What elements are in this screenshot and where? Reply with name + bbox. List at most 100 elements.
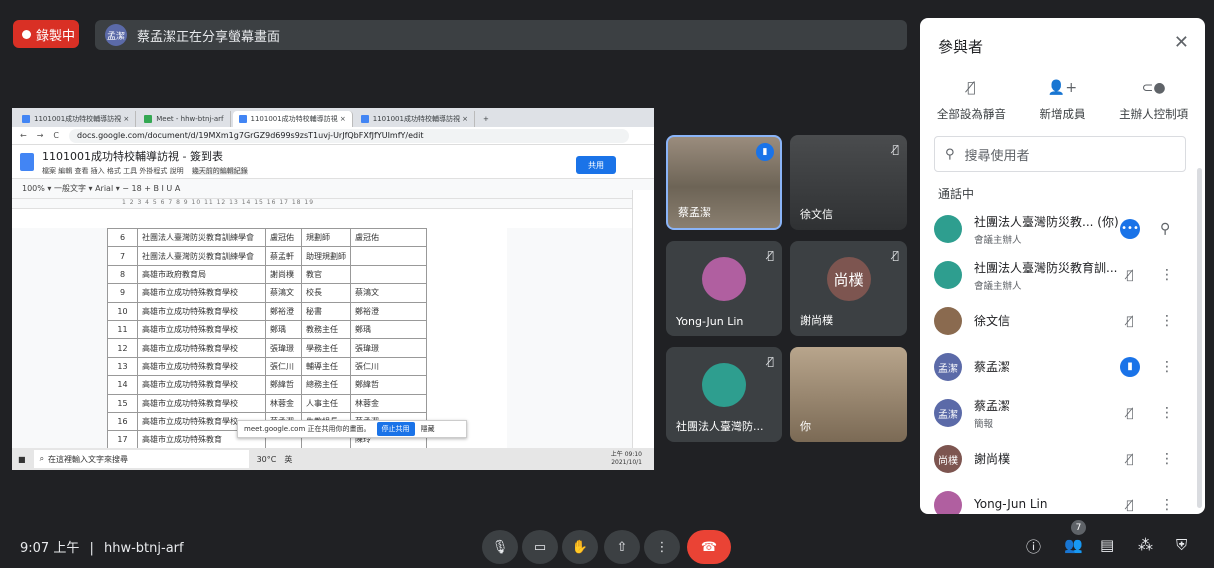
cell-name[interactable]: 蔡孟軒 — [265, 246, 302, 266]
participant-row[interactable]: 社團法人臺灣防災教... (你) 會議主辦人 ••• ⚲ — [920, 206, 1205, 252]
cell-name[interactable]: 鄭裕澄 — [265, 301, 302, 321]
cell-sign[interactable]: 鄭裕澄 — [350, 301, 427, 321]
activities-icon[interactable]: ⁂ — [1138, 536, 1153, 554]
docs-toolbar[interactable]: 100% ▾ 一般文字 ▾ Arial ▾ − 18 + B I U A — [12, 179, 654, 199]
add-people-button[interactable]: 👤+ 新增成員 — [1039, 80, 1085, 122]
cell-num[interactable]: 7 — [107, 246, 138, 266]
more-options-button[interactable]: ⋮ — [644, 530, 680, 564]
document-title[interactable]: 1101001成功特校輔導訪視 - 簽到表 — [42, 148, 248, 164]
cell-sign[interactable] — [350, 264, 427, 285]
host-controls-button[interactable]: ⊂● 主辦人控制項 — [1119, 80, 1188, 122]
cell-num[interactable]: 9 — [107, 283, 138, 303]
video-tile[interactable]: 🎙̸ 尚樸 謝尚樸 — [790, 241, 907, 336]
recording-badge[interactable]: 錄製中 — [13, 20, 79, 48]
cell-num[interactable]: 16 — [107, 411, 138, 432]
cell-num[interactable]: 14 — [107, 375, 138, 395]
taskbar-language[interactable]: 英 — [284, 454, 292, 465]
video-tile[interactable]: 🎙̸ Yong-Jun Lin — [666, 241, 782, 336]
video-tile[interactable]: 🎙̸ 徐文信 — [790, 135, 907, 230]
more-vert-icon[interactable]: ⋮ — [1160, 359, 1174, 375]
cell-sign[interactable]: 鄭瑀 — [350, 319, 427, 340]
cell-org[interactable]: 高雄市立成功特殊教育學校 — [137, 301, 266, 321]
cell-num[interactable]: 11 — [107, 319, 138, 340]
participant-row[interactable]: 徐文信 🎙̸ ⋮ — [920, 298, 1205, 344]
mute-all-button[interactable]: 🎙̸ 全部設為靜音 — [937, 80, 1006, 122]
cell-org[interactable]: 高雄市政府教育局 — [137, 264, 266, 285]
more-vert-icon[interactable]: ⋮ — [1160, 497, 1174, 513]
participant-row[interactable]: 孟潔 蔡孟潔 ▮ ⋮ — [920, 344, 1205, 390]
cell-num[interactable]: 12 — [107, 338, 138, 358]
back-icon[interactable]: ← — [20, 131, 27, 140]
cell-sign[interactable]: 林蓉金 — [350, 393, 427, 413]
cell-name[interactable]: 謝尚樸 — [265, 264, 302, 285]
cell-title[interactable]: 規劃師 — [301, 227, 351, 248]
video-tile[interactable]: ▮ 蔡孟潔 — [666, 135, 782, 230]
mic-off-icon[interactable]: 🎙̸ — [1120, 268, 1140, 282]
more-vert-icon[interactable]: ⋮ — [1160, 451, 1174, 467]
cell-title[interactable]: 秘書 — [301, 301, 351, 321]
raise-hand-button[interactable]: ✋ — [562, 530, 598, 564]
cell-org[interactable]: 高雄市立成功特殊教育學校 — [137, 319, 266, 340]
pin-icon[interactable]: ⚲ — [1160, 221, 1170, 237]
mic-off-icon[interactable]: 🎙̸ — [1120, 406, 1140, 420]
participant-row[interactable]: Yong-Jun Lin 🎙̸ ⋮ — [920, 482, 1205, 514]
cell-title[interactable]: 教務主任 — [301, 319, 351, 340]
cell-num[interactable]: 13 — [107, 356, 138, 377]
cell-title[interactable]: 學務主任 — [301, 338, 351, 358]
cell-sign[interactable]: 蔡鴻文 — [350, 283, 427, 303]
cell-name[interactable]: 張仁川 — [265, 356, 302, 377]
cell-title[interactable]: 人事主任 — [301, 393, 351, 413]
cell-name[interactable]: 盧冠佑 — [265, 227, 302, 248]
camera-button[interactable]: ▭ — [522, 530, 558, 564]
cell-org[interactable]: 高雄市立成功特殊教育學校 — [137, 283, 266, 303]
cell-name[interactable]: 鄭瑀 — [265, 319, 302, 340]
cell-name[interactable]: 鄭緯哲 — [265, 375, 302, 395]
cell-num[interactable]: 8 — [107, 264, 138, 285]
video-tile[interactable]: 🎙̸ 社團法人臺灣防... — [666, 347, 782, 442]
cell-org[interactable]: 高雄市立成功特殊教育學校 — [137, 375, 266, 395]
chat-icon[interactable]: ▤ — [1100, 536, 1114, 554]
cell-org[interactable]: 社團法人臺灣防災教育訓練學會 — [137, 246, 266, 266]
meeting-details-icon[interactable]: ⓘ — [1026, 536, 1041, 557]
video-tile-self[interactable]: 你 — [790, 347, 907, 442]
browser-tab[interactable]: 1101001成功特校輔導訪視 × — [354, 111, 476, 127]
host-controls-icon[interactable]: ⛨ — [1176, 536, 1187, 554]
browser-tab-active[interactable]: 1101001成功特校輔導訪視 × — [232, 111, 353, 127]
browser-tab[interactable]: Meet - hhw-btnj-arf — [138, 111, 231, 127]
cell-num[interactable]: 10 — [107, 301, 138, 321]
people-icon[interactable]: 👥 — [1064, 536, 1083, 554]
close-icon[interactable]: ✕ — [1174, 32, 1189, 53]
cell-sign[interactable]: 鄭緯哲 — [350, 375, 427, 395]
cell-sign[interactable]: 張瑋璟 — [350, 338, 427, 358]
last-edit-note[interactable]: 幾天前的編輯紀錄 — [191, 166, 248, 175]
taskbar-search[interactable]: ⌕ 在這裡輸入文字來搜尋 — [33, 450, 249, 468]
browser-tab[interactable]: 1101001成功特校輔導訪視 × — [16, 111, 137, 127]
cell-title[interactable]: 助理規劃師 — [301, 246, 351, 266]
participant-row[interactable]: 孟潔 蔡孟潔 簡報 🎙̸ ⋮ — [920, 390, 1205, 436]
docs-share-button[interactable]: 共用 — [576, 156, 616, 174]
stop-sharing-button[interactable]: 停止共用 — [376, 422, 415, 436]
cell-sign[interactable] — [350, 246, 427, 266]
cell-title[interactable]: 教官 — [301, 264, 351, 285]
cell-sign[interactable]: 盧冠佑 — [350, 227, 427, 248]
cell-title[interactable]: 總務主任 — [301, 375, 351, 395]
cell-name[interactable]: 林蓉金 — [265, 393, 302, 413]
present-button[interactable]: ⇧ — [604, 530, 640, 564]
more-vert-icon[interactable]: ⋮ — [1160, 405, 1174, 421]
cell-name[interactable]: 張瑋璟 — [265, 338, 302, 358]
search-input[interactable]: ⚲ 搜尋使用者 — [934, 136, 1186, 172]
cell-org[interactable]: 高雄市立成功特殊教育學校 — [137, 356, 266, 377]
leave-call-button[interactable]: ☎ — [687, 530, 731, 564]
cell-num[interactable]: 17 — [107, 430, 138, 450]
new-tab-button[interactable]: + — [477, 111, 495, 127]
participant-row[interactable]: 社團法人臺灣防災教育訓... 會議主辦人 🎙̸ ⋮ — [920, 252, 1205, 298]
cell-sign[interactable]: 張仁川 — [350, 356, 427, 377]
cell-title[interactable]: 校長 — [301, 283, 351, 303]
cell-org[interactable]: 社團法人臺灣防災教育訓練學會 — [137, 227, 266, 248]
mic-button[interactable]: 🎙 — [482, 530, 518, 564]
cell-title[interactable]: 輔導主任 — [301, 356, 351, 377]
cell-org[interactable]: 高雄市立成功特殊教育學校 — [137, 393, 266, 413]
cell-org[interactable]: 高雄市立成功特殊教育學校 — [137, 338, 266, 358]
hide-notice-button[interactable]: 隱藏 — [421, 424, 435, 434]
participant-row[interactable]: 尚樸 謝尚樸 🎙̸ ⋮ — [920, 436, 1205, 482]
